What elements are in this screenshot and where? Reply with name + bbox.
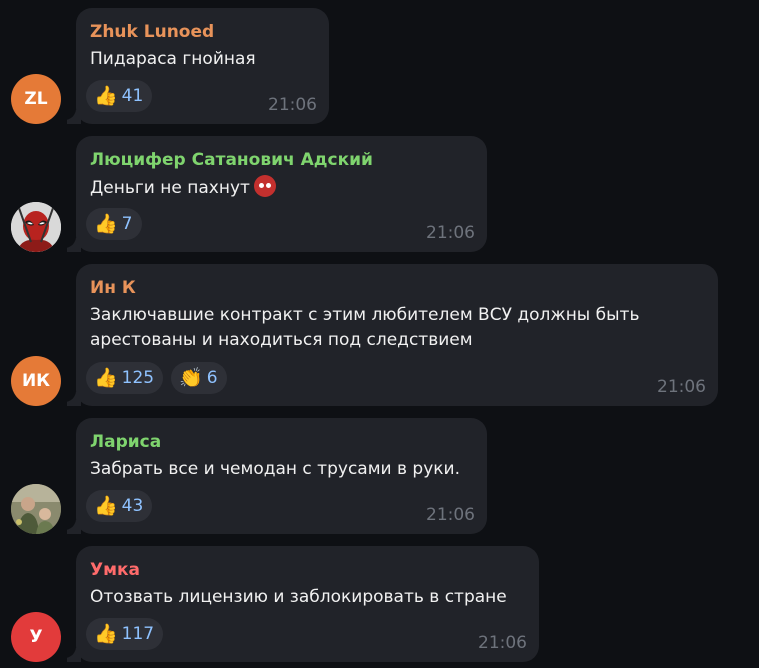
message-bubble: Люцифер Сатанович Адский Деньги не пахну… [67,136,487,252]
reactions: 👍 41 [86,80,153,112]
message: У Умка Отозвать лицензию и заблокировать… [0,546,759,662]
reaction-count: 125 [121,368,155,388]
message-time: 21:06 [478,633,527,653]
reaction-count: 117 [121,624,155,644]
reactions: 👍 7 [86,208,142,240]
message-bubble: Лариса Забрать все и чемодан с трусами в… [67,418,487,534]
reaction-thumbs-up[interactable]: 👍 7 [86,208,142,240]
message-text: Деньги не пахнут [90,175,276,201]
message-text: Пидараса гнойная [90,47,256,72]
message-text-line: Заключавшие контракт с этим любителем ВС… [90,305,640,325]
avatar[interactable] [11,484,61,534]
author-name[interactable]: Ин К [90,278,136,298]
message-text: Забрать все и чемодан с трусами в руки. [90,457,460,482]
author-name[interactable]: Лариса [90,432,161,452]
message-text: Заключавшие контракт с этим любителем ВС… [90,303,639,353]
message-text-line: Забрать все и чемодан с трусами в руки. [90,459,460,479]
reaction-count: 7 [121,214,133,234]
reaction-thumbs-up[interactable]: 👍 117 [86,618,164,650]
message-time: 21:06 [426,223,475,243]
bubble-tail [67,520,81,534]
thumbs-up-icon: 👍 [94,366,118,389]
message: Лариса Забрать все и чемодан с трусами в… [0,418,759,534]
message: ZL Zhuk Lunoed Пидараса гнойная 👍 41 21:… [0,8,759,124]
reactions: 👍 125 👏 6 [86,362,227,394]
bubble-tail [67,238,81,252]
avatar[interactable] [11,202,61,252]
avatar[interactable]: У [11,612,61,662]
bubble-tail [67,392,81,406]
thumbs-up-icon: 👍 [94,494,118,517]
reactions: 👍 117 [86,618,164,650]
reaction-count: 41 [121,86,144,106]
message-text-line: арестованы и находиться под следствием [90,330,473,350]
avatar-initials: ИК [21,371,51,391]
message-time: 21:06 [268,95,317,115]
avatar[interactable]: ИК [11,356,61,406]
avatar-image [11,484,61,534]
avatar-initials: У [29,627,43,647]
message: ИК Ин К Заключавшие контракт с этим люби… [0,264,759,406]
author-name[interactable]: Zhuk Lunoed [90,22,214,42]
avatar-image [11,202,61,252]
reaction-thumbs-up[interactable]: 👍 43 [86,490,153,522]
reaction-count: 43 [121,496,144,516]
avatar-initials: ZL [24,89,48,109]
message-bubble: Ин К Заключавшие контракт с этим любител… [67,264,718,406]
devil-face-icon [253,175,276,197]
clapping-hands-icon: 👏 [179,366,203,389]
author-name[interactable]: Люцифер Сатанович Адский [90,150,373,170]
thumbs-up-icon: 👍 [94,622,118,645]
message-text-line: Деньги не пахнут [90,178,250,198]
thumbs-up-icon: 👍 [94,212,118,235]
reaction-count: 6 [206,368,218,388]
author-name[interactable]: Умка [90,560,140,580]
message-text-line: Отозвать лицензию и заблокировать в стра… [90,587,507,607]
message-feed: ZL Zhuk Lunoed Пидараса гнойная 👍 41 21:… [0,0,759,668]
bubble-tail [67,648,81,662]
bubble-tail [67,110,81,124]
message-text: Отозвать лицензию и заблокировать в стра… [90,585,507,610]
thumbs-up-icon: 👍 [94,84,118,107]
avatar[interactable]: ZL [11,74,61,124]
message: Люцифер Сатанович Адский Деньги не пахну… [0,136,759,252]
reactions: 👍 43 [86,490,153,522]
reaction-thumbs-up[interactable]: 👍 41 [86,80,153,112]
message-text-line: Пидараса гнойная [90,49,256,69]
message-bubble: Zhuk Lunoed Пидараса гнойная 👍 41 21:06 [67,8,329,124]
reaction-clapping-hands[interactable]: 👏 6 [171,362,227,394]
message-time: 21:06 [426,505,475,525]
reaction-thumbs-up[interactable]: 👍 125 [86,362,164,394]
message-bubble: Умка Отозвать лицензию и заблокировать в… [67,546,539,662]
message-time: 21:06 [657,377,706,397]
